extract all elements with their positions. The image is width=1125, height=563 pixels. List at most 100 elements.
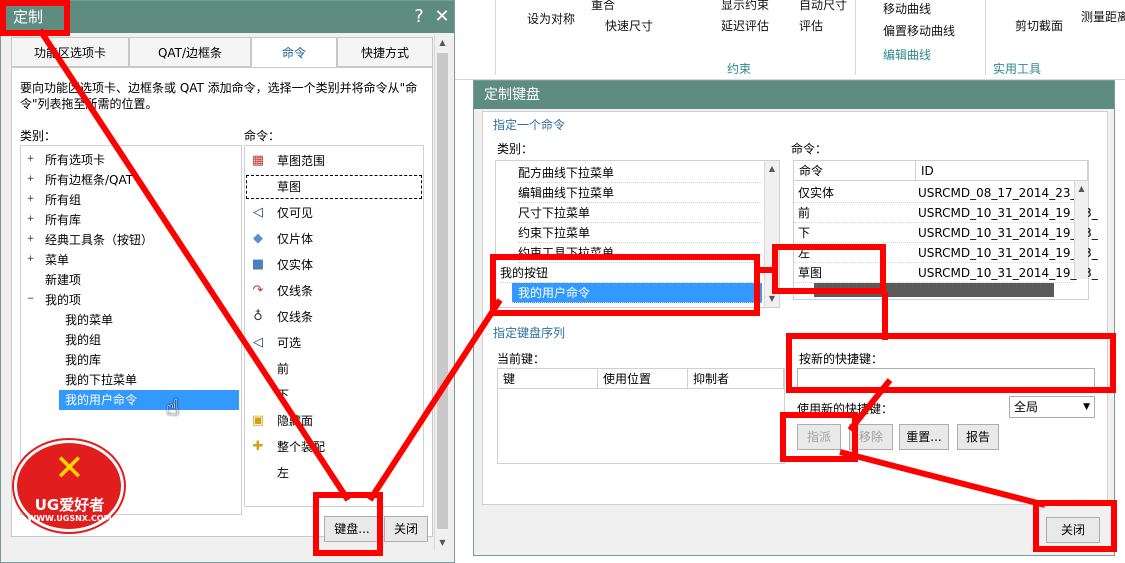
tree-item[interactable]: 我的组 (21, 330, 241, 350)
ribbon-auto-dimension[interactable]: 自动尺寸 (799, 0, 847, 13)
tree-item-selected[interactable]: 我的用户命令 (59, 390, 239, 410)
kb-col-id[interactable]: ID (916, 161, 1088, 181)
hidden-face-icon: ▣ (251, 413, 265, 428)
tab-ribbon-tabs[interactable]: 功能区选项卡 (11, 37, 129, 67)
category-label: 类别： (20, 129, 57, 143)
table-row[interactable]: 前 USRCMD_10_31_2014_19_33_ (794, 203, 1098, 223)
ribbon-offset-move-curve[interactable]: 偏置移动曲线 (883, 22, 955, 39)
close-icon[interactable]: ✕ (429, 1, 455, 33)
kb-col-suppressed-by[interactable]: 抑制者 (688, 369, 784, 389)
selectable-icon: ◁ (253, 335, 263, 350)
tree-item[interactable]: + 所有边框条/QAT (21, 170, 241, 190)
ribbon-move-curve[interactable]: 移动曲线 (883, 0, 931, 17)
kb-col-key[interactable]: 键 (498, 369, 598, 389)
sheet-body-icon: ◆ (253, 231, 263, 246)
ribbon-coincident[interactable]: 重合 (591, 0, 615, 13)
scroll-up-icon[interactable]: ▲ (1075, 181, 1088, 197)
reset-button[interactable]: 重置... (899, 424, 949, 450)
scroll-up-icon[interactable]: ▲ (435, 35, 450, 51)
annotation-box-command (772, 244, 886, 294)
annotation-box-assign (780, 412, 858, 462)
hand-cursor-icon: ☝ (166, 396, 180, 421)
command-item[interactable]: ◁ 可选 (245, 330, 423, 356)
scroll-thumb[interactable] (437, 53, 448, 529)
tree-item[interactable]: 新建项 (21, 270, 241, 290)
logo-figure-icon: ✕ (54, 448, 85, 489)
ribbon: 设为对称 重合 快速尺寸 显示约束 延迟评估 自动尺寸 评估 移动曲线 偏置移动… (455, 0, 1125, 80)
tab-qat-borderbar[interactable]: QAT/边框条 (129, 37, 251, 67)
table-row[interactable]: 下 USRCMD_10_31_2014_19_33_ (794, 223, 1098, 243)
scroll-up-icon[interactable]: ▲ (765, 161, 779, 177)
kb-commands-label: 命令： (791, 142, 828, 156)
kb-tree-item[interactable]: 尺寸下拉菜单 (518, 203, 762, 223)
curve-only-icon: ↷ (252, 283, 264, 298)
kb-category-label: 类别： (497, 142, 534, 156)
tree-item[interactable]: 我的下拉菜单 (21, 370, 241, 390)
kb-tree-item[interactable]: 编辑曲线下拉菜单 (518, 183, 762, 203)
kb-col-command[interactable]: 命令 (794, 161, 916, 181)
kb-table-scrollbar[interactable]: ▲ (1074, 181, 1088, 279)
tree-item[interactable]: + 所有选项卡 (21, 150, 241, 170)
tree-item[interactable]: + 所有库 (21, 210, 241, 230)
key-sequence-section: 指定键盘序列 (493, 326, 566, 340)
kb-col-used-in[interactable]: 使用位置 (598, 369, 688, 389)
logo-brand: UG爱好者 (34, 496, 105, 514)
logo-url: WWW.UGSNX.COM (27, 514, 112, 523)
tab-commands[interactable]: 命令 (251, 37, 337, 68)
solid-body-icon: ■ (251, 257, 265, 272)
scroll-down-icon[interactable]: ▼ (435, 535, 450, 551)
tree-item[interactable]: 我的库 (21, 350, 241, 370)
ribbon-group-utilities: 实用工具 (993, 62, 1042, 76)
report-button[interactable]: 报告 (957, 424, 999, 450)
tree-item[interactable]: + 菜单 (21, 250, 241, 270)
command-item[interactable]: ◁ 仅可见 (245, 200, 423, 226)
graphics-area (455, 80, 475, 563)
ribbon-measure-distance[interactable]: 测量距离 (1081, 8, 1125, 25)
ribbon-group-edit-curve: 编辑曲线 (883, 48, 932, 62)
annotation-box-keyboard (313, 492, 383, 556)
current-keys-label: 当前键： (497, 352, 546, 366)
watermark-logo: ✕ UG爱好者 WWW.UGSNX.COM (12, 440, 127, 532)
tree-item[interactable]: − 我的项 (21, 290, 241, 310)
scope-select[interactable]: 全局 ▼ (1009, 396, 1095, 418)
command-list[interactable]: ▦ 草图范围 草图 ◁ 仅可见 ◆ 仅片体 ■ 仅实体 ↷ 仅线条 ♁ 仅线条 ◁ 可选 前 … (244, 145, 424, 507)
ribbon-section-cut[interactable]: 剪切截面 (1015, 17, 1063, 34)
customize-keyboard-dialog: 定制键盘 指定一个命令 类别： 命令： 配方曲线下拉菜单 编辑曲线下拉菜单 尺寸… (473, 80, 1115, 556)
tree-item[interactable]: 我的菜单 (21, 310, 241, 330)
kb-tree-item[interactable]: 约束下拉菜单 (518, 223, 762, 243)
kb-tree-item[interactable]: 配方曲线下拉菜单 (518, 163, 762, 183)
annotation-box-shortcut (786, 333, 1116, 393)
command-item-focused[interactable]: 草图 (245, 174, 423, 200)
command-item[interactable]: 下 (245, 382, 423, 408)
customize-scrollbar[interactable]: ▲ ▼ (434, 35, 450, 551)
ribbon-evaluate[interactable]: 评估 (799, 17, 823, 34)
ribbon-show-constraints[interactable]: 显示约束 (721, 0, 769, 13)
table-row[interactable]: 仅实体 USRCMD_08_17_2014_23_4 (794, 183, 1084, 203)
tree-item[interactable]: + 所有组 (21, 190, 241, 210)
tree-item[interactable]: + 经典工具条（按钮） (21, 230, 241, 250)
command-item[interactable]: ▦ 草图范围 (245, 148, 423, 174)
customize-close-button[interactable]: 关闭 (384, 516, 428, 542)
command-item[interactable]: ■ 仅实体 (245, 252, 423, 278)
current-keys-table[interactable]: 键 使用位置 抑制者 (497, 368, 785, 464)
command-item[interactable]: ▣ 隐藏面 (245, 408, 423, 434)
commands-description: 要向功能区选项卡、边框条或 QAT 添加命令，选择一个类别并将命令从"命令"列表… (20, 81, 418, 111)
specify-command-section: 指定一个命令 (493, 118, 566, 132)
annotation-box-category (490, 254, 760, 316)
command-item[interactable]: 左 (245, 460, 423, 486)
ribbon-rapid-dimension[interactable]: 快速尺寸 (605, 17, 653, 34)
tab-shortcuts[interactable]: 快捷方式 (337, 37, 433, 67)
ribbon-group-constraints: 约束 (727, 62, 752, 76)
curve-point-icon: ♁ (253, 309, 263, 324)
command-item[interactable]: ◆ 仅片体 (245, 226, 423, 252)
command-item[interactable]: ♁ 仅线条 (245, 304, 423, 330)
whole-assembly-icon: ✚ (252, 439, 264, 454)
keyboard-titlebar[interactable]: 定制键盘 (474, 81, 1114, 109)
ribbon-make-symmetric[interactable]: 设为对称 (527, 10, 575, 27)
annotation-box-title (0, 0, 70, 36)
ribbon-delay-evaluation[interactable]: 延迟评估 (721, 17, 769, 34)
command-item[interactable]: ✚ 整个装配 (245, 434, 423, 460)
command-item[interactable]: 前 (245, 356, 423, 382)
command-item[interactable]: ↷ 仅线条 (245, 278, 423, 304)
visible-only-icon: ◁ (253, 205, 263, 220)
